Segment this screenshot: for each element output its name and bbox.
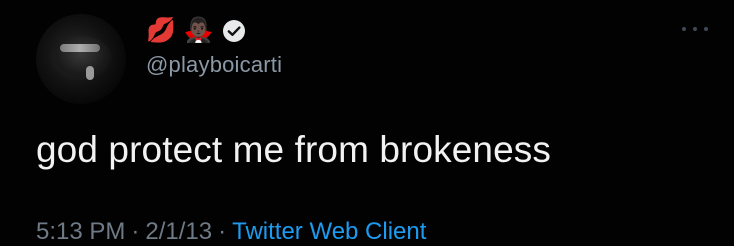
tweet-date[interactable]: 2/1/13: [145, 218, 212, 245]
verified-badge-icon: [222, 20, 245, 42]
separator-dot: ·: [131, 218, 140, 245]
kiss-mark-emoji: 💋: [146, 17, 176, 44]
more-dot: [693, 27, 697, 31]
separator-dot: ·: [218, 218, 227, 245]
user-handle[interactable]: @playboicarti: [146, 52, 282, 78]
tweet-text: god protect me from brokeness: [36, 129, 551, 170]
profile-avatar[interactable]: [36, 14, 126, 104]
avatar-teeth-shape: [60, 44, 100, 52]
tweet-metadata: 5:13 PM · 2/1/13 · Twitter Web Client: [36, 218, 426, 246]
more-dot: [704, 27, 708, 31]
more-options-icon[interactable]: [682, 22, 708, 36]
tweet-time[interactable]: 5:13 PM: [36, 218, 125, 245]
tweet-client-link[interactable]: Twitter Web Client: [232, 218, 426, 245]
tweet-card: 💋 🧛🏿‍♂️ @playboicarti god protect me fro…: [0, 0, 734, 245]
avatar-mouth-shape: [50, 36, 112, 80]
vampire-emoji: 🧛🏿‍♂️: [183, 17, 214, 44]
avatar-sparkle-shape: [86, 66, 94, 80]
display-name[interactable]: 💋 🧛🏿‍♂️: [146, 14, 246, 48]
more-dot: [682, 27, 686, 31]
